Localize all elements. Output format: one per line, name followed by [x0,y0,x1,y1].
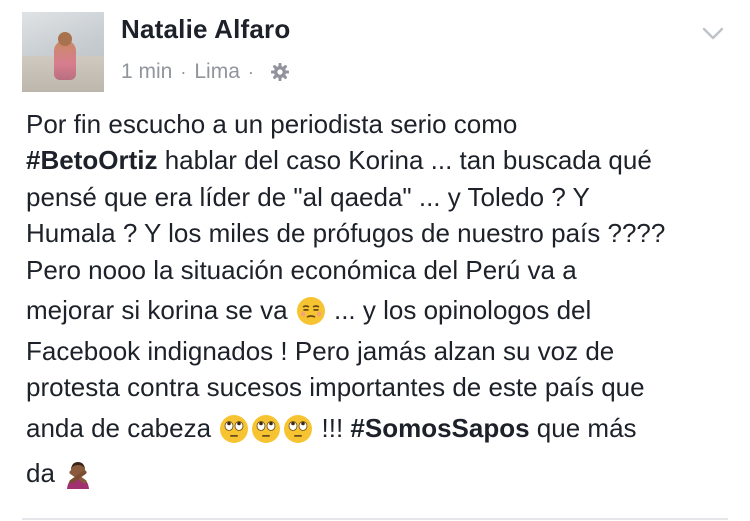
rolling-eyes-emoji [283,413,313,443]
post-text-line: pensé que era líder de "al qaeda" ... y … [26,181,590,212]
author-avatar[interactable] [22,12,104,92]
post-text-segment: que más [529,412,637,443]
person-gesturing-no-emoji [63,458,93,489]
hashtag-link[interactable]: #SomosSapos [350,413,529,443]
unamused-face-emoji [296,295,326,326]
post-text-line: protesta contra sucesos importantes de e… [26,372,645,403]
gear-icon [270,62,290,82]
post-text-line: mejorar si korina se va ... y los opinol… [26,288,736,333]
post-text-segment: da [26,457,63,488]
post-text-line: anda de cabeza !!! #SomosSapos que más [26,406,736,451]
rolling-eyes-emoji [219,413,249,443]
meta-separator: · [180,61,187,82]
post-divider [22,518,728,520]
rolling-eyes-emoji [251,413,281,443]
post-text-line: #BetoOrtiz hablar del caso Korina ... ta… [26,142,736,178]
post-text-segment: anda de cabeza [26,412,219,443]
post-body: Por fin escucho a un periodista serio co… [26,106,736,496]
meta-separator: · [247,61,254,82]
post-text-segment: hablar del caso Korina ... tan buscada q… [157,145,652,176]
author-name[interactable]: Natalie Alfaro [121,14,290,45]
facebook-post: Natalie Alfaro 1 min · Lima · Por fin es… [0,0,750,521]
post-text-segment: ... y los opinologos del [326,295,592,326]
post-text-line: da [26,451,736,496]
post-text-segment: !!! [314,412,351,443]
avatar-figure [54,40,76,80]
post-location[interactable]: Lima [194,60,240,84]
hashtag-link[interactable]: #BetoOrtiz [26,145,157,175]
post-timestamp[interactable]: 1 min [121,60,172,84]
post-text-line: Por fin escucho a un periodista serio co… [26,109,518,139]
post-meta: 1 min · Lima · [121,60,290,84]
post-text-segment: mejorar si korina se va [26,295,295,326]
post-text-line: Humala ? Y los miles de prófugos de nues… [26,218,666,249]
chevron-down-icon[interactable] [700,20,726,46]
avatar-head [58,32,72,46]
post-text-line: Facebook indignados ! Pero jamás alzan s… [26,336,615,367]
post-text-line: Pero nooo la situación económica del Per… [26,254,577,285]
